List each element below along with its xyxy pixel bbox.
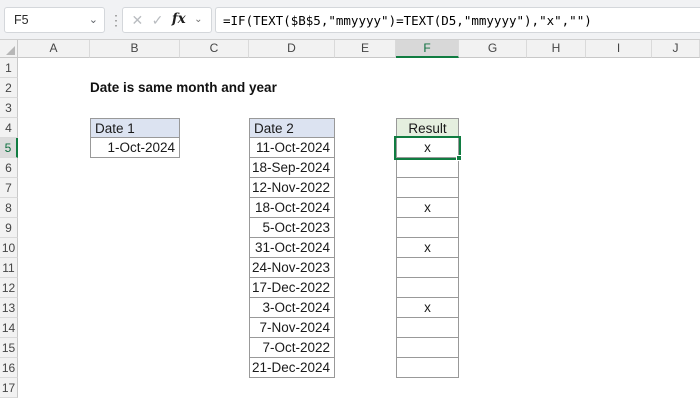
- row-header-12[interactable]: 12: [0, 278, 18, 298]
- excel-window: F5 ⌄ ⋮ ✕ ✓ fx ⌄ =IF(TEXT($B$5,"mmyyyy")=…: [0, 0, 700, 400]
- cell-d10[interactable]: 31-Oct-2024: [249, 238, 335, 258]
- cell-d12[interactable]: 17-Dec-2022: [249, 278, 335, 298]
- cell-f13[interactable]: x: [396, 298, 459, 318]
- row-header-7[interactable]: 7: [0, 178, 18, 198]
- cell-d16[interactable]: 21-Dec-2024: [249, 358, 335, 378]
- column-header-b[interactable]: B: [90, 40, 180, 58]
- formula-input[interactable]: =IF(TEXT($B$5,"mmyyyy")=TEXT(D5,"mmyyyy"…: [215, 7, 700, 33]
- column-header-a[interactable]: A: [18, 40, 90, 58]
- select-all-corner[interactable]: [0, 40, 18, 58]
- cell-f6[interactable]: [396, 158, 459, 178]
- formula-bar: F5 ⌄ ⋮ ✕ ✓ fx ⌄ =IF(TEXT($B$5,"mmyyyy")=…: [0, 0, 700, 40]
- cell-f5[interactable]: x: [396, 138, 459, 158]
- row-header-8[interactable]: 8: [0, 198, 18, 218]
- cell-b2-title[interactable]: Date is same month and year: [90, 78, 277, 98]
- cell-f4-result-header[interactable]: Result: [396, 118, 459, 138]
- cell-f8[interactable]: x: [396, 198, 459, 218]
- cell-f12[interactable]: [396, 278, 459, 298]
- cell-b5-date1-value[interactable]: 1-Oct-2024: [90, 138, 180, 158]
- select-all-triangle-icon: [6, 46, 15, 55]
- cell-d7[interactable]: 12-Nov-2022: [249, 178, 335, 198]
- cell-d5[interactable]: 11-Oct-2024: [249, 138, 335, 158]
- row-header-2[interactable]: 2: [0, 78, 18, 98]
- cell-d14[interactable]: 7-Nov-2024: [249, 318, 335, 338]
- insert-function-icon[interactable]: fx: [172, 13, 186, 27]
- column-header-f[interactable]: F: [396, 40, 459, 58]
- cell-d15[interactable]: 7-Oct-2022: [249, 338, 335, 358]
- enter-icon[interactable]: ✓: [152, 13, 164, 27]
- cell-d8[interactable]: 18-Oct-2024: [249, 198, 335, 218]
- name-box-dropdown-icon[interactable]: ⌄: [89, 14, 98, 26]
- formula-bar-handle-icon: ⋮: [109, 11, 123, 28]
- column-header-j[interactable]: J: [652, 40, 700, 58]
- cell-d9[interactable]: 5-Oct-2023: [249, 218, 335, 238]
- row-header-17[interactable]: 17: [0, 378, 18, 398]
- column-header-g[interactable]: G: [459, 40, 527, 58]
- row-header-13[interactable]: 13: [0, 298, 18, 318]
- row-header-14[interactable]: 14: [0, 318, 18, 338]
- formula-text: =IF(TEXT($B$5,"mmyyyy")=TEXT(D5,"mmyyyy"…: [223, 12, 592, 28]
- cell-b4-date1-header[interactable]: Date 1: [90, 118, 180, 138]
- column-header-c[interactable]: C: [180, 40, 249, 58]
- row-header-5[interactable]: 5: [0, 138, 18, 158]
- name-box-value: F5: [14, 13, 29, 27]
- name-box[interactable]: F5 ⌄: [4, 7, 105, 33]
- cell-d4-date2-header[interactable]: Date 2: [249, 118, 335, 138]
- row-header-3[interactable]: 3: [0, 98, 18, 118]
- row-header-16[interactable]: 16: [0, 358, 18, 378]
- row-header-9[interactable]: 9: [0, 218, 18, 238]
- cell-f10[interactable]: x: [396, 238, 459, 258]
- column-header-h[interactable]: H: [527, 40, 586, 58]
- column-header-d[interactable]: D: [249, 40, 335, 58]
- cell-d6[interactable]: 18-Sep-2024: [249, 158, 335, 178]
- cell-f9[interactable]: [396, 218, 459, 238]
- column-header-e[interactable]: E: [335, 40, 396, 58]
- row-header-10[interactable]: 10: [0, 238, 18, 258]
- formula-bar-buttons: ✕ ✓ fx ⌄: [122, 7, 212, 33]
- cell-d13[interactable]: 3-Oct-2024: [249, 298, 335, 318]
- row-header-1[interactable]: 1: [0, 58, 18, 78]
- cell-d11[interactable]: 24-Nov-2023: [249, 258, 335, 278]
- row-header-15[interactable]: 15: [0, 338, 18, 358]
- cell-f15[interactable]: [396, 338, 459, 358]
- row-header-4[interactable]: 4: [0, 118, 18, 138]
- cell-f11[interactable]: [396, 258, 459, 278]
- column-header-i[interactable]: I: [586, 40, 652, 58]
- cancel-icon[interactable]: ✕: [131, 13, 143, 27]
- fx-dropdown-icon[interactable]: ⌄: [194, 15, 202, 25]
- cell-f16[interactable]: [396, 358, 459, 378]
- row-header-6[interactable]: 6: [0, 158, 18, 178]
- row-header-11[interactable]: 11: [0, 258, 18, 278]
- worksheet-grid: ABCDEFGHIJ 1 2 3 4 5 6 7 8 9 10 11 12 13 14 15 16 17 Dat…: [0, 40, 700, 400]
- cell-f7[interactable]: [396, 178, 459, 198]
- cell-f14[interactable]: [396, 318, 459, 338]
